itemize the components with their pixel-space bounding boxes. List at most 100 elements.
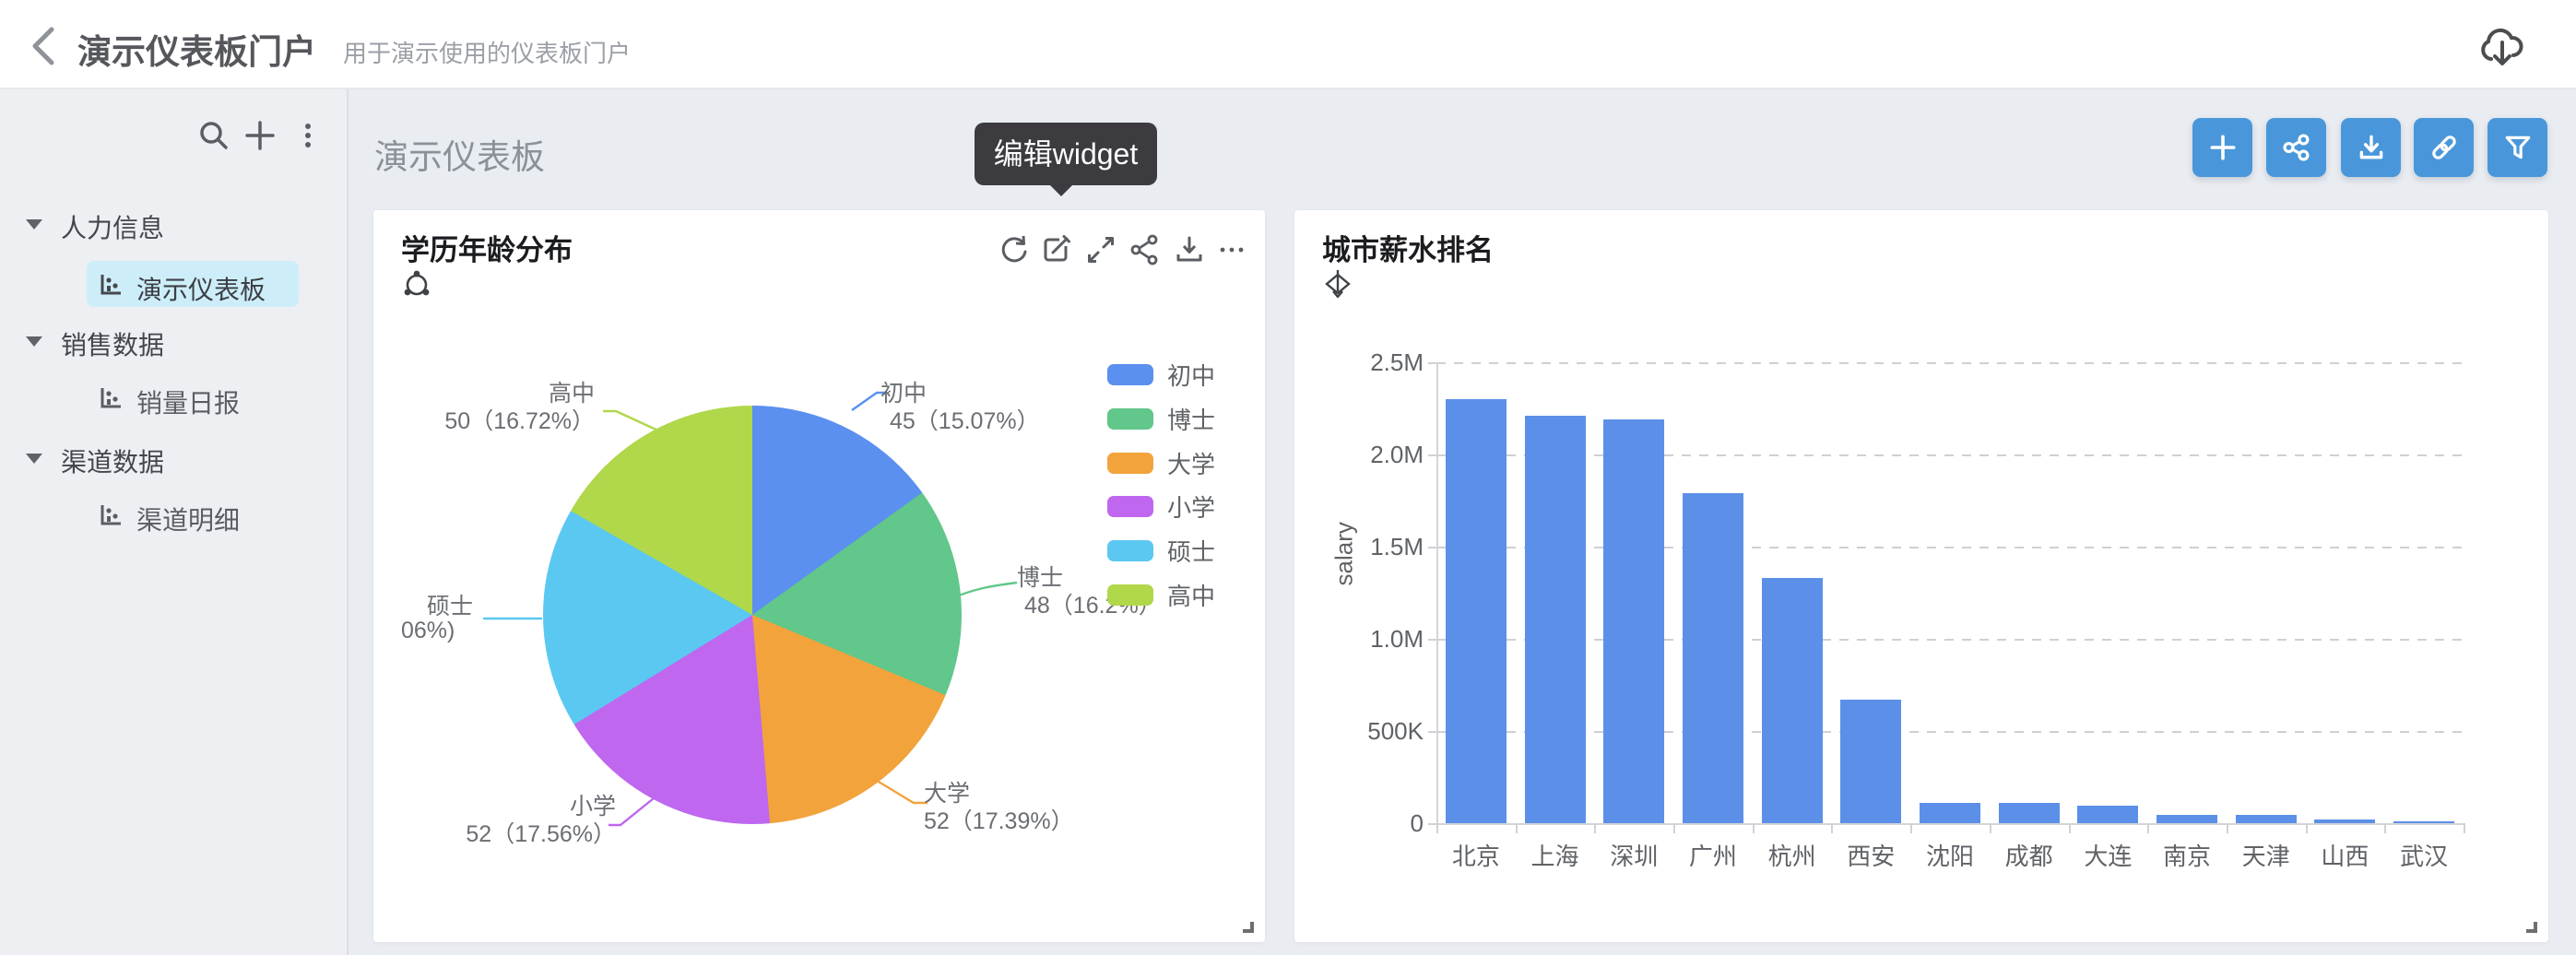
pie-chart[interactable] (543, 406, 962, 824)
gridline (1436, 639, 2464, 641)
x-axis-label: 深圳 (1594, 838, 1673, 872)
chart-icon (96, 270, 125, 306)
drill-icon[interactable] (1322, 267, 1353, 301)
y-tick-mark (1428, 547, 1436, 548)
legend-item[interactable]: 小学 (1107, 489, 1215, 524)
refresh-icon[interactable] (997, 232, 1032, 267)
legend-item[interactable]: 初中 (1107, 358, 1215, 392)
x-tick-mark (2069, 823, 2071, 833)
legend-label: 大学 (1167, 446, 1215, 480)
legend-item[interactable]: 硕士 (1107, 534, 1215, 568)
x-axis-label: 北京 (1436, 838, 1516, 872)
legend-swatch (1107, 408, 1153, 430)
leader-line (874, 779, 928, 803)
sidebar-group-sales[interactable]: 销售数据 (0, 320, 349, 362)
cloud-download-icon[interactable] (2476, 22, 2528, 70)
sidebar-item-sales-daily[interactable]: 销量日报 (0, 378, 349, 420)
x-tick-mark (2147, 823, 2149, 833)
x-axis-label: 西安 (1831, 838, 1910, 872)
sidebar-item-channel-detail[interactable]: 渠道明细 (0, 495, 349, 537)
pie-label: 小学 52（17.56%） (461, 793, 616, 848)
legend-swatch (1107, 540, 1153, 561)
pie-label-clipped: 06%) (401, 618, 455, 644)
filter-button[interactable] (2487, 118, 2547, 177)
bar[interactable] (2314, 819, 2375, 823)
item-label: 演示仪表板 (136, 270, 266, 307)
x-axis-label: 广州 (1673, 838, 1753, 872)
resize-handle-icon[interactable] (2526, 922, 2537, 933)
group-label: 人力信息 (61, 208, 164, 245)
y-tick-mark (1428, 823, 1436, 825)
bar[interactable] (2157, 815, 2217, 823)
sidebar-group-channel[interactable]: 渠道数据 (0, 437, 349, 479)
sidebar-group-hr[interactable]: 人力信息 (0, 203, 349, 245)
bar[interactable] (1683, 493, 1743, 823)
x-axis-label: 大连 (2069, 838, 2148, 872)
sidebar: 人力信息 演示仪表板 销售数据 销量日报 渠道数据 渠道明细 (0, 89, 349, 955)
x-tick-mark (1594, 823, 1596, 833)
bar[interactable] (1525, 416, 1586, 823)
legend-item[interactable]: 高中 (1107, 578, 1215, 612)
share-button[interactable] (2266, 118, 2326, 177)
bar[interactable] (1840, 700, 1901, 823)
more-icon[interactable] (1214, 232, 1249, 267)
bar[interactable] (1446, 399, 1507, 823)
share-icon[interactable] (1128, 232, 1163, 267)
y-axis-title: salary (1330, 549, 1359, 586)
x-tick-mark (2227, 823, 2228, 833)
y-tick-label: 2.5M (1313, 348, 1424, 377)
x-tick-mark (1436, 823, 1438, 833)
legend-swatch (1107, 364, 1153, 385)
resize-handle-icon[interactable] (1243, 922, 1254, 933)
x-tick-mark (1673, 823, 1675, 833)
legend-item[interactable]: 大学 (1107, 446, 1215, 480)
gridline (1436, 731, 2464, 733)
sidebar-item-demo-dashboard[interactable]: 演示仪表板 (0, 265, 349, 307)
group-label: 渠道数据 (61, 442, 164, 479)
x-axis-label: 沈阳 (1910, 838, 1990, 872)
back-button[interactable] (24, 24, 65, 68)
bar[interactable] (1762, 578, 1823, 823)
chart-icon (96, 501, 125, 536)
gridline (1436, 547, 2464, 548)
x-axis-label: 杭州 (1753, 838, 1832, 872)
add-widget-button[interactable] (2192, 118, 2252, 177)
y-tick-label: 1.0M (1313, 625, 1424, 654)
x-axis-label: 上海 (1516, 838, 1595, 872)
x-tick-mark (1753, 823, 1755, 833)
bar[interactable] (2393, 821, 2454, 823)
portal-subtitle: 用于演示使用的仪表板门户 (343, 35, 631, 69)
export-button[interactable] (2341, 118, 2401, 177)
x-tick-mark (1516, 823, 1518, 833)
y-tick-label: 2.0M (1313, 441, 1424, 469)
x-axis-label: 山西 (2306, 838, 2385, 872)
page-actions (2192, 118, 2552, 177)
y-tick-mark (1428, 362, 1436, 364)
linkage-icon[interactable] (401, 267, 432, 301)
bar[interactable] (1999, 803, 2060, 823)
item-label: 销量日报 (136, 383, 240, 420)
edit-widget-tooltip: 编辑widget (975, 123, 1157, 185)
leader-line (951, 583, 1017, 598)
legend-label: 初中 (1167, 358, 1215, 392)
x-tick-mark (2464, 823, 2465, 833)
add-icon[interactable] (242, 117, 278, 154)
kebab-menu-icon[interactable] (290, 117, 326, 154)
link-button[interactable] (2414, 118, 2474, 177)
fullscreen-icon[interactable] (1083, 232, 1118, 267)
dashboard-title: 演示仪表板 (374, 129, 545, 179)
edit-icon[interactable] (1039, 232, 1074, 267)
bar[interactable] (1920, 803, 1980, 823)
legend-swatch (1107, 453, 1153, 474)
pie-label: 初中 45（15.07%） (880, 380, 1040, 435)
legend-label: 博士 (1167, 402, 1215, 436)
download-icon[interactable] (1172, 232, 1207, 267)
bar[interactable] (1603, 419, 1664, 823)
item-label: 渠道明细 (136, 501, 240, 537)
caret-down-icon (26, 336, 42, 347)
search-icon[interactable] (195, 117, 232, 154)
legend-item[interactable]: 博士 (1107, 402, 1215, 436)
bar[interactable] (2236, 815, 2297, 823)
caret-down-icon (26, 454, 42, 464)
bar[interactable] (2077, 806, 2138, 823)
